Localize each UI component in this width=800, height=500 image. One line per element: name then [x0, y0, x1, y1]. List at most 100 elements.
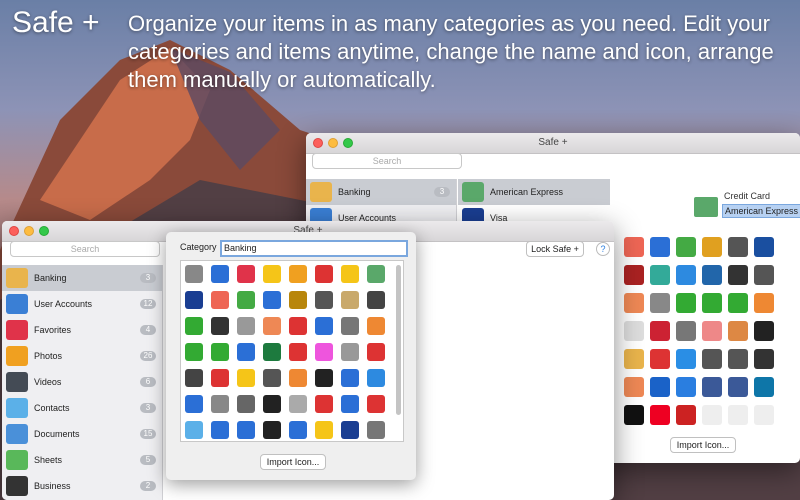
sidebar-item-sheets[interactable]: Sheets 5 [2, 447, 162, 473]
sidebar-item-label: User Accounts [34, 299, 93, 309]
powerpoint-icon[interactable] [289, 343, 307, 361]
search-input[interactable]: Search [312, 153, 462, 169]
detail-field-value[interactable]: American Express [722, 204, 800, 218]
list-item-american-express[interactable]: American Express [458, 179, 610, 205]
guitar-icon[interactable] [185, 369, 203, 387]
sidebar-item-business[interactable]: Business 2 [2, 473, 162, 499]
wifi-icon[interactable] [211, 369, 229, 387]
count-badge: 4 [140, 325, 156, 335]
minimize-icon[interactable] [24, 226, 34, 236]
sidebar-item-banking[interactable]: Banking 3 [2, 265, 162, 291]
photo-icon[interactable] [289, 265, 307, 283]
numbers-icon[interactable] [185, 343, 203, 361]
briefcase-icon [6, 476, 28, 496]
mail-icon[interactable] [237, 369, 255, 387]
check-icon[interactable] [341, 291, 359, 309]
airplane-icon[interactable] [289, 395, 307, 413]
headphones-icon[interactable] [367, 343, 385, 361]
ship-icon[interactable] [341, 395, 359, 413]
heart-icon[interactable] [237, 265, 255, 283]
tablet-icon[interactable] [237, 395, 255, 413]
sidebar-item-label: Sheets [34, 455, 63, 465]
zoom-icon[interactable] [343, 138, 353, 148]
envelope-icon[interactable] [289, 369, 307, 387]
person-icon[interactable] [185, 265, 203, 283]
titlebar: Safe + [306, 133, 800, 154]
sidebar-item-documents[interactable]: Documents 15 [2, 421, 162, 447]
photos-icon [6, 346, 28, 366]
detail-icon [694, 197, 718, 217]
scrollbar[interactable] [396, 265, 401, 415]
mastercard-icon[interactable] [211, 291, 229, 309]
excel-icon[interactable] [263, 343, 281, 361]
count-badge: 26 [140, 351, 156, 361]
car-icon[interactable] [367, 395, 385, 413]
video-icon[interactable] [211, 317, 229, 335]
pdf-icon[interactable] [289, 317, 307, 335]
sidebar-item-label: Photos [34, 351, 63, 361]
minimize-icon[interactable] [328, 138, 338, 148]
id-card-icon[interactable] [289, 421, 307, 439]
devices-icon[interactable] [211, 395, 229, 413]
count-badge: 5 [140, 455, 156, 465]
lock-icon[interactable] [237, 421, 255, 439]
pages-icon[interactable] [367, 317, 385, 335]
cash-icon[interactable] [237, 291, 255, 309]
mailbox-icon[interactable] [263, 369, 281, 387]
cards-icon[interactable] [263, 291, 281, 309]
sidebar-item-banking[interactable]: Banking 3 [306, 179, 456, 205]
laptop-icon[interactable] [185, 395, 203, 413]
import-icon-button[interactable]: Import Icon... [670, 437, 736, 453]
import-icon-button[interactable]: Import Icon... [260, 454, 326, 470]
train-icon[interactable] [315, 395, 333, 413]
monitor-icon[interactable] [341, 369, 359, 387]
close-icon[interactable] [313, 138, 323, 148]
lock-safe-button[interactable]: Lock Safe + [526, 241, 584, 257]
visa-icon[interactable] [185, 291, 203, 309]
camera-icon[interactable] [367, 291, 385, 309]
close-icon[interactable] [9, 226, 19, 236]
icon-grid [624, 233, 800, 429]
banking-icon [6, 268, 28, 288]
sidebar-item-videos[interactable]: Videos 6 [2, 369, 162, 395]
card-icon [462, 182, 484, 202]
photo-stack-icon[interactable] [185, 317, 203, 335]
documents-stack-icon[interactable] [315, 421, 333, 439]
count-badge: 15 [140, 429, 156, 439]
category-label: Category [180, 242, 217, 252]
zoom-icon[interactable] [39, 226, 49, 236]
search-input[interactable]: Search [10, 241, 160, 257]
money-bag-icon[interactable] [289, 291, 307, 309]
word-icon[interactable] [237, 343, 255, 361]
home-icon[interactable] [211, 421, 229, 439]
user-accounts-icon [6, 294, 28, 314]
keys-icon[interactable] [185, 421, 203, 439]
txt-icon[interactable] [341, 317, 359, 335]
image-file-icon[interactable] [263, 317, 281, 335]
contacts-icon [6, 398, 28, 418]
sheet-icon[interactable] [211, 343, 229, 361]
chart-icon[interactable] [211, 265, 229, 283]
paypal-icon[interactable] [341, 421, 359, 439]
sidebar-item-favorites[interactable]: Favorites 4 [2, 317, 162, 343]
info-icon[interactable] [315, 265, 333, 283]
sidebar-item-user-accounts[interactable]: User Accounts 12 [2, 291, 162, 317]
phone-icon[interactable] [263, 395, 281, 413]
sidebar-item-contacts[interactable]: Contacts 3 [2, 395, 162, 421]
server-icon[interactable] [315, 369, 333, 387]
music-note-icon[interactable] [315, 343, 333, 361]
card-icon[interactable] [367, 265, 385, 283]
video-camera-icon [6, 372, 28, 392]
music-disc-icon[interactable] [341, 343, 359, 361]
briefcase-icon[interactable] [263, 421, 281, 439]
rtf-icon[interactable] [315, 317, 333, 335]
shopping-cart-icon[interactable] [367, 421, 385, 439]
warning-icon[interactable] [341, 265, 359, 283]
category-name-field[interactable]: Banking [220, 240, 408, 257]
imac-icon[interactable] [367, 369, 385, 387]
help-button[interactable]: ? [596, 242, 610, 256]
bank-icon[interactable] [315, 291, 333, 309]
star-icon[interactable] [263, 265, 281, 283]
sidebar-item-photos[interactable]: Photos 26 [2, 343, 162, 369]
calendar-icon[interactable] [237, 317, 255, 335]
